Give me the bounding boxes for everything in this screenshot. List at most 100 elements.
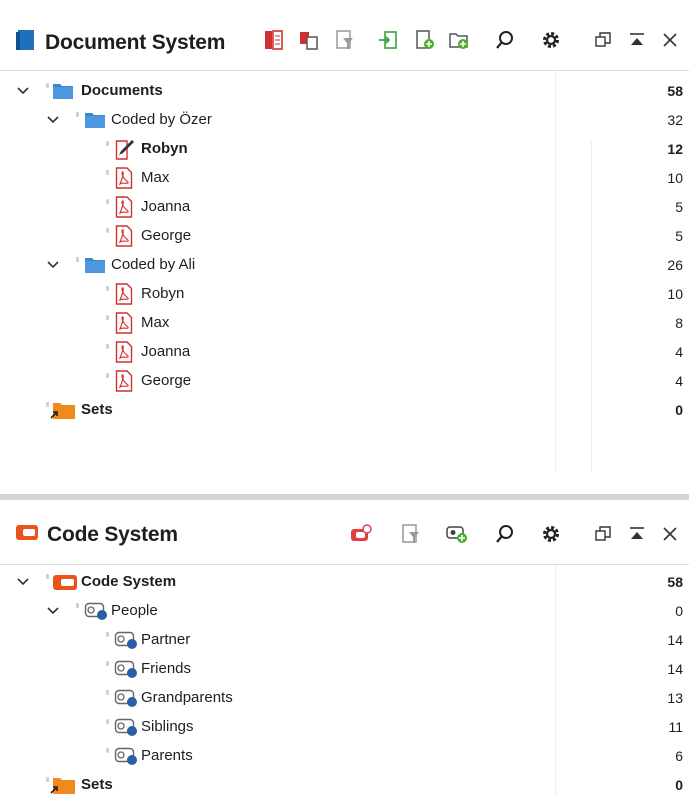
tree-item-code-label: Parents: [141, 747, 193, 764]
undock-icon: [593, 30, 613, 55]
chevron-down-icon[interactable]: [46, 258, 60, 272]
tree-item-code-sets-count: 0: [675, 776, 683, 793]
tree-connector: [76, 257, 79, 262]
collapse-icon: [627, 524, 647, 549]
filter-icon: [334, 29, 356, 56]
code-icon: [114, 717, 140, 737]
tree-item-document-label: Joanna: [141, 198, 191, 215]
tree-item-code-label: Friends: [141, 660, 192, 677]
tree-item-document-label: Robyn: [141, 285, 185, 302]
tree-item-group-label: Coded by Özer: [111, 111, 212, 128]
tree-item-code-sets-label: Sets: [81, 776, 113, 793]
collapse-button[interactable]: [624, 29, 650, 55]
chevron-down-icon[interactable]: [46, 604, 60, 618]
tree-item-code[interactable]: Siblings 11: [0, 712, 689, 741]
gear-button[interactable]: [538, 523, 564, 549]
code-set-icon: [349, 523, 373, 550]
import-button[interactable]: [375, 29, 401, 55]
filter-button[interactable]: [398, 523, 424, 549]
document-system-title: Document System: [15, 28, 225, 57]
tree-connector: [106, 141, 109, 146]
column-divider: [555, 71, 556, 471]
gear-button[interactable]: [538, 29, 564, 55]
tree-item-document-label: George: [141, 372, 192, 389]
tree-item-documents[interactable]: Documents 58: [0, 76, 689, 105]
tree-item-sets[interactable]: Sets 0: [0, 395, 689, 424]
tree-item-document[interactable]: Joanna 4: [0, 337, 689, 366]
tree-item-code-sets[interactable]: Sets 0: [0, 770, 689, 799]
tree-item-document-label: Robyn: [141, 140, 188, 157]
tree-connector: [106, 199, 109, 204]
tree-item-document-count: 8: [675, 314, 683, 331]
gear-icon: [540, 29, 562, 56]
document-list-icon: [263, 29, 285, 56]
copy-documents-icon: [298, 29, 320, 56]
tree-item-group[interactable]: Coded by Ali 26: [0, 250, 689, 279]
tree-item-document[interactable]: George 5: [0, 221, 689, 250]
code-icon: [114, 630, 140, 650]
tree-item-group[interactable]: Coded by Özer 32: [0, 105, 689, 134]
document-list-button[interactable]: [261, 29, 287, 55]
code-icon: [114, 746, 140, 766]
code-set-button[interactable]: [348, 523, 374, 549]
new-document-button[interactable]: [412, 29, 438, 55]
code-system-title: Code System: [15, 522, 178, 547]
tree-item-code-label: Grandparents: [141, 689, 233, 706]
search-button[interactable]: [492, 523, 518, 549]
close-icon: [660, 524, 680, 549]
tree-item-code-count: 6: [675, 747, 683, 764]
code-system-toolbar: Code System: [0, 500, 689, 565]
chevron-down-icon[interactable]: [46, 113, 60, 127]
filter-icon: [400, 523, 422, 550]
tree-item-group-label: Coded by Ali: [111, 256, 196, 273]
tree-item-document[interactable]: Max 8: [0, 308, 689, 337]
tree-item-document[interactable]: George 4: [0, 366, 689, 395]
copy-documents-button[interactable]: [296, 29, 322, 55]
tree-item-code-people-count: 0: [675, 602, 683, 619]
pdf-document-icon: [115, 195, 133, 218]
tree-item-document[interactable]: Robyn 12: [0, 134, 689, 163]
tree-item-document[interactable]: Max 10: [0, 163, 689, 192]
tree-item-code[interactable]: Partner 14: [0, 625, 689, 654]
chevron-down-icon[interactable]: [16, 84, 30, 98]
tree-item-code-system[interactable]: Code System 58: [0, 567, 689, 596]
filter-button[interactable]: [332, 29, 358, 55]
pdf-document-icon: [115, 224, 133, 247]
document-system-toolbar: Document System: [0, 0, 689, 71]
tree-item-document-label: Max: [141, 314, 170, 331]
column-divider: [591, 141, 592, 471]
tree-item-documents-count: 58: [667, 82, 683, 99]
close-button[interactable]: [657, 523, 683, 549]
tree-item-document-count: 10: [667, 285, 683, 302]
tree-item-code-count: 13: [667, 689, 683, 706]
tree-item-document-label: George: [141, 227, 192, 244]
folder-icon: [52, 82, 74, 100]
gear-icon: [540, 523, 562, 550]
tree-item-code[interactable]: Friends 14: [0, 654, 689, 683]
tree-item-code[interactable]: Grandparents 13: [0, 683, 689, 712]
code-icon: [84, 601, 110, 621]
new-folder-button[interactable]: [446, 29, 472, 55]
undock-button[interactable]: [590, 523, 616, 549]
tree-item-document-count: 10: [667, 169, 683, 186]
sets-folder-icon: [50, 400, 76, 420]
new-document-icon: [414, 29, 436, 56]
tree-item-code-people[interactable]: People 0: [0, 596, 689, 625]
tree-item-document-label: Joanna: [141, 343, 191, 360]
close-button[interactable]: [657, 29, 683, 55]
tree-item-group-count: 32: [667, 111, 683, 128]
tree-connector: [106, 719, 109, 724]
tree-item-document[interactable]: Joanna 5: [0, 192, 689, 221]
new-code-button[interactable]: [444, 523, 470, 549]
tree-item-code-label: Siblings: [141, 718, 194, 735]
undock-button[interactable]: [590, 29, 616, 55]
pdf-document-icon: [115, 369, 133, 392]
search-button[interactable]: [492, 29, 518, 55]
tree-item-code-count: 11: [668, 718, 683, 735]
document-system-title-text: Document System: [45, 30, 226, 54]
tree-item-document[interactable]: Robyn 10: [0, 279, 689, 308]
collapse-button[interactable]: [624, 523, 650, 549]
chevron-down-icon[interactable]: [16, 575, 30, 589]
tree-item-code[interactable]: Parents 6: [0, 741, 689, 770]
tree-connector: [46, 574, 49, 579]
